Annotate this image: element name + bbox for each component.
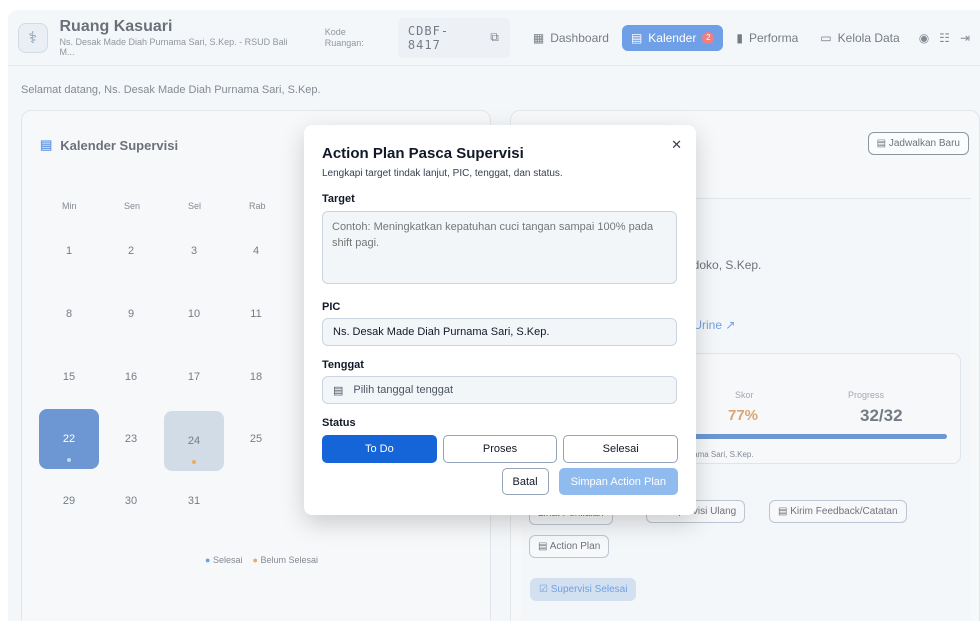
save-action-plan-button[interactable]: Simpan Action Plan — [558, 468, 678, 495]
cancel-button[interactable]: Batal — [501, 468, 549, 495]
close-icon[interactable]: ✕ — [671, 137, 682, 153]
modal-subtitle: Lengkapi target tindak lanjut, PIC, teng… — [322, 168, 563, 179]
status-proses-button[interactable]: Proses — [442, 435, 558, 463]
action-plan-modal: ✕ Action Plan Pasca Supervisi Lengkapi t… — [304, 125, 696, 515]
status-selesai-button[interactable]: Selesai — [563, 435, 679, 463]
status-todo-button[interactable]: To Do — [322, 435, 437, 463]
status-label: Status — [322, 417, 356, 429]
pic-input-value: Ns. Desak Made Diah Purnama Sari, S.Kep. — [333, 326, 550, 338]
target-textarea[interactable] — [322, 211, 677, 284]
deadline-placeholder: Pilih tanggal tenggat — [353, 384, 454, 396]
deadline-label: Tenggat — [322, 359, 364, 371]
pic-input[interactable]: Ns. Desak Made Diah Purnama Sari, S.Kep. — [322, 318, 677, 346]
pic-label: PIC — [322, 301, 341, 313]
modal-title: Action Plan Pasca Supervisi — [322, 145, 524, 162]
calendar-icon: ▤ — [333, 384, 344, 397]
status-selector: To Do Proses Selesai — [322, 435, 679, 463]
target-label: Target — [322, 193, 355, 205]
modal-actions: Batal Simpan Action Plan — [501, 468, 678, 495]
deadline-date-input[interactable]: ▤ Pilih tanggal tenggat — [322, 376, 677, 404]
